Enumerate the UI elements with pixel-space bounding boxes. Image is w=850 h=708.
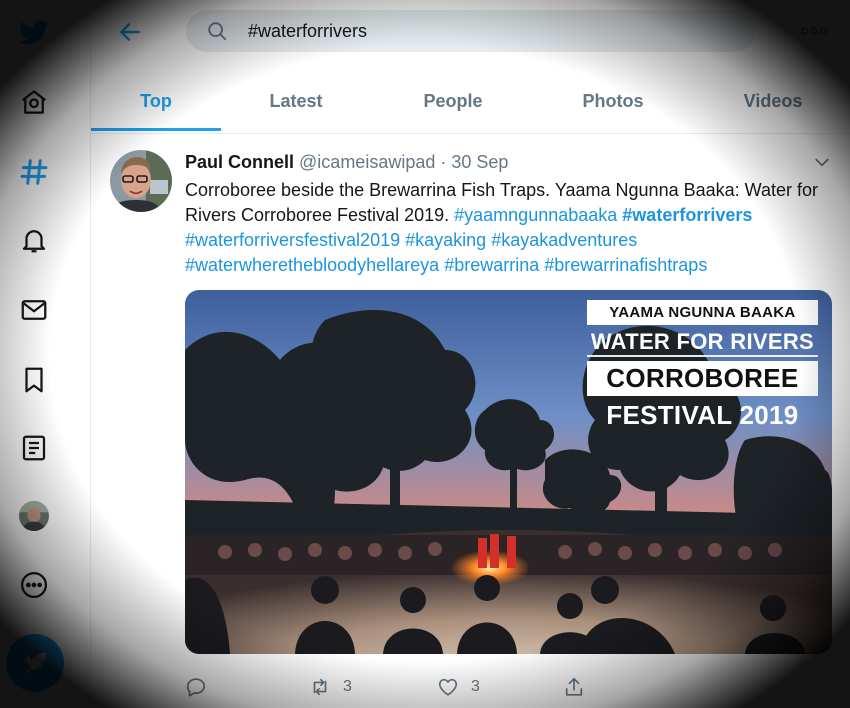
- reply-button[interactable]: [185, 672, 207, 702]
- more-dots-icon[interactable]: [14, 565, 54, 605]
- search-more-options-button[interactable]: [796, 18, 832, 44]
- tab-latest[interactable]: Latest: [231, 70, 361, 132]
- more-horizontal-icon: [800, 27, 828, 35]
- hashtag-link-searched[interactable]: #waterforrivers: [622, 205, 752, 225]
- tweet-photo[interactable]: YAAMA NGUNNA BAAKA WATER FOR RIVERS CORR…: [185, 290, 832, 654]
- search-tabs: Top Latest People Photos Videos: [91, 70, 850, 134]
- tab-videos[interactable]: Videos: [708, 70, 838, 132]
- hashtag-link[interactable]: #brewarrinafishtraps: [544, 255, 707, 275]
- hashtag-link[interactable]: #yaamngunnabaaka: [454, 205, 617, 225]
- tab-photos[interactable]: Photos: [548, 70, 678, 132]
- author-name[interactable]: Paul Connell: [185, 152, 294, 172]
- overlay-line-1: YAAMA NGUNNA BAAKA: [586, 300, 818, 325]
- tab-people[interactable]: People: [388, 70, 518, 132]
- tab-top[interactable]: Top: [91, 70, 221, 132]
- hashtag-link[interactable]: #waterforriversfestival2019: [185, 230, 400, 250]
- tweet-header: Paul Connell @icameisawipad · 30 Sep: [185, 152, 508, 173]
- twitter-logo-icon[interactable]: [14, 12, 54, 52]
- left-navigation: [0, 0, 68, 708]
- heart-icon: [438, 678, 458, 696]
- retweet-button[interactable]: 3: [309, 672, 352, 702]
- hashtag-link[interactable]: #kayakadventures: [491, 230, 637, 250]
- back-button[interactable]: [112, 14, 148, 50]
- compose-feather-icon: [24, 652, 46, 674]
- explore-hashtag-icon[interactable]: [14, 152, 54, 192]
- messages-mail-icon[interactable]: [14, 290, 54, 330]
- active-tab-indicator: [91, 128, 221, 131]
- share-button[interactable]: [563, 672, 585, 702]
- search-icon: [208, 22, 227, 41]
- bookmarks-icon[interactable]: [14, 360, 54, 400]
- tweet-actions: 3 3: [185, 672, 605, 702]
- profile-avatar[interactable]: [14, 496, 54, 536]
- reply-icon: [186, 678, 206, 697]
- hashtag-link[interactable]: #brewarrina: [444, 255, 539, 275]
- retweet-count: 3: [343, 678, 352, 695]
- overlay-line-3: CORROBOREE: [586, 361, 818, 396]
- search-input[interactable]: [248, 20, 728, 42]
- author-handle[interactable]: @icameisawipad: [299, 152, 435, 172]
- share-icon: [565, 677, 583, 696]
- notifications-bell-icon[interactable]: [14, 220, 54, 260]
- like-count: 3: [471, 678, 480, 695]
- chevron-down-icon: [815, 158, 829, 167]
- back-arrow-icon: [120, 23, 140, 41]
- photo-overlay-title: YAAMA NGUNNA BAAKA WATER FOR RIVERS CORR…: [586, 300, 818, 435]
- home-icon[interactable]: [14, 82, 54, 122]
- tweet-body: Corroboree beside the Brewarrina Fish Tr…: [185, 178, 820, 278]
- tweet-author-avatar[interactable]: [110, 150, 172, 212]
- like-button[interactable]: 3: [437, 672, 480, 702]
- overlay-line-4: FESTIVAL 2019: [606, 400, 799, 430]
- hashtag-link[interactable]: #waterwherethebloodyhellareya: [185, 255, 439, 275]
- search-bar[interactable]: [186, 10, 756, 52]
- hashtag-link[interactable]: #kayaking: [405, 230, 486, 250]
- lists-icon[interactable]: [14, 428, 54, 468]
- compose-tweet-button[interactable]: [6, 634, 64, 692]
- overlay-line-2: WATER FOR RIVERS: [586, 329, 818, 357]
- separator-dot: ·: [440, 152, 447, 172]
- tweet-timestamp[interactable]: 30 Sep: [451, 152, 508, 172]
- tweet-menu-button[interactable]: [812, 152, 834, 172]
- retweet-icon: [313, 678, 327, 696]
